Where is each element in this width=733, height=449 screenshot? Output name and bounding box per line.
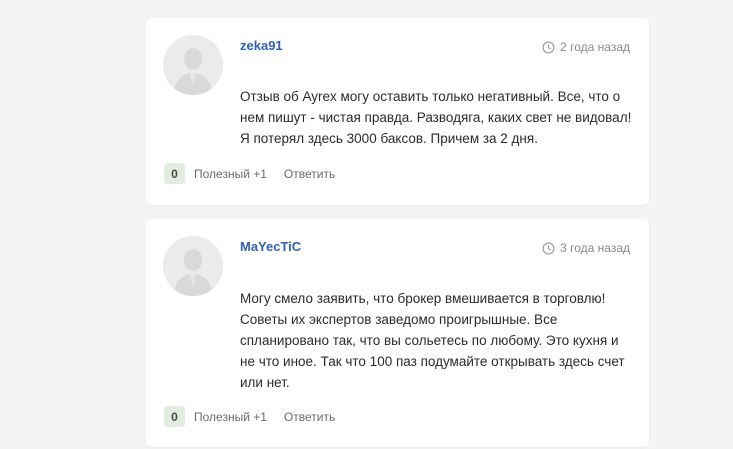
helpful-button[interactable]: Полезный +1 (194, 167, 267, 181)
comment-line: нем пишут - чистая правда. Разводяга, ка… (240, 110, 632, 125)
comment-line: Отзыв об Ayrex могу оставить только нега… (240, 89, 621, 104)
comment-author[interactable]: zeka91 (240, 38, 283, 53)
user-silhouette-icon (163, 236, 223, 296)
reply-button[interactable]: Ответить (284, 167, 335, 181)
comment-line: или нет. (240, 375, 290, 390)
comment-date: 2 года назад (542, 40, 630, 54)
comment-date-text: 2 года назад (560, 40, 630, 54)
comment-date: 3 года назад (542, 241, 630, 255)
comment-line: спланировано так, что вы сольетесь по лю… (240, 333, 619, 348)
avatar (163, 35, 223, 95)
avatar (163, 236, 223, 296)
reply-button[interactable]: Ответить (284, 410, 335, 424)
clock-icon (542, 242, 555, 254)
clock-icon (542, 41, 555, 53)
comment-date-text: 3 года назад (560, 241, 630, 255)
vote-count: 0 (164, 406, 185, 427)
comment-actions: 0 Полезный +1 Ответить (164, 163, 335, 184)
comment-line: не что иное. Так что 100 паз подумайте о… (240, 354, 625, 369)
vote-count: 0 (164, 163, 185, 184)
comment-line: Я потерял здесь 3000 баксов. Причем за 2… (240, 131, 538, 146)
comment-actions: 0 Полезный +1 Ответить (164, 406, 335, 427)
comment-line: Советы их экспертов заведомо проигрышные… (240, 312, 558, 327)
comment-text: Отзыв об Ayrex могу оставить только нега… (240, 86, 636, 149)
comment-text: Могу смело заявить, что брокер вмешивает… (240, 288, 636, 393)
comment-line: Могу смело заявить, что брокер вмешивает… (240, 291, 606, 306)
comment-card: MaYecTiC 3 года назад Могу смело заявить… (146, 219, 649, 447)
comment-author[interactable]: MaYecTiC (240, 239, 301, 254)
user-silhouette-icon (163, 35, 223, 95)
comment-card: zeka91 2 года назад Отзыв об Ayrex могу … (146, 18, 649, 205)
helpful-button[interactable]: Полезный +1 (194, 410, 267, 424)
